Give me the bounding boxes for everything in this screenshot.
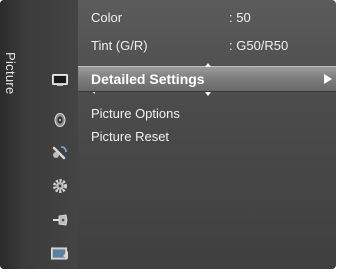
menu-item-label: Tint (G/R)	[91, 38, 148, 53]
menu-item-label: Picture Reset	[91, 129, 170, 144]
menu-item-label: Picture Options	[91, 106, 180, 121]
menu-item-color[interactable]: Color : 50	[78, 6, 336, 28]
menu-item-label: Detailed Settings	[91, 71, 205, 87]
menu-list: Color : 50 Tint (G/R) : G50/R50 Detailed…	[78, 0, 336, 269]
scroll-down-icon	[205, 92, 211, 96]
submenu-arrow-icon	[324, 74, 332, 84]
menu-item-value: : 50	[229, 10, 251, 25]
input-icon[interactable]	[50, 212, 70, 228]
setup-icon[interactable]	[50, 178, 70, 194]
category-icon-column	[20, 0, 95, 269]
side-tab: Picture	[0, 0, 20, 269]
tab-label: Picture	[3, 52, 18, 95]
sound-icon[interactable]	[50, 112, 70, 128]
menu-item-picture-options[interactable]: Picture Options	[78, 102, 336, 124]
channel-icon[interactable]	[50, 145, 70, 161]
menu-item-detailed-settings[interactable]: Detailed Settings	[78, 63, 336, 96]
menu-item-label: Color	[91, 10, 123, 25]
menu-item-picture-reset[interactable]: Picture Reset	[78, 125, 336, 147]
application-icon[interactable]	[50, 246, 70, 262]
tv-menu-screen: Picture Color: 50 Tint (G/R): G50/R50 …	[0, 0, 336, 269]
menu-item-tint[interactable]: Tint (G/R) : G50/R50	[78, 34, 336, 56]
menu-item-value: : G50/R50	[229, 38, 289, 53]
picture-icon[interactable]	[50, 72, 70, 88]
scroll-up-icon	[205, 63, 211, 67]
